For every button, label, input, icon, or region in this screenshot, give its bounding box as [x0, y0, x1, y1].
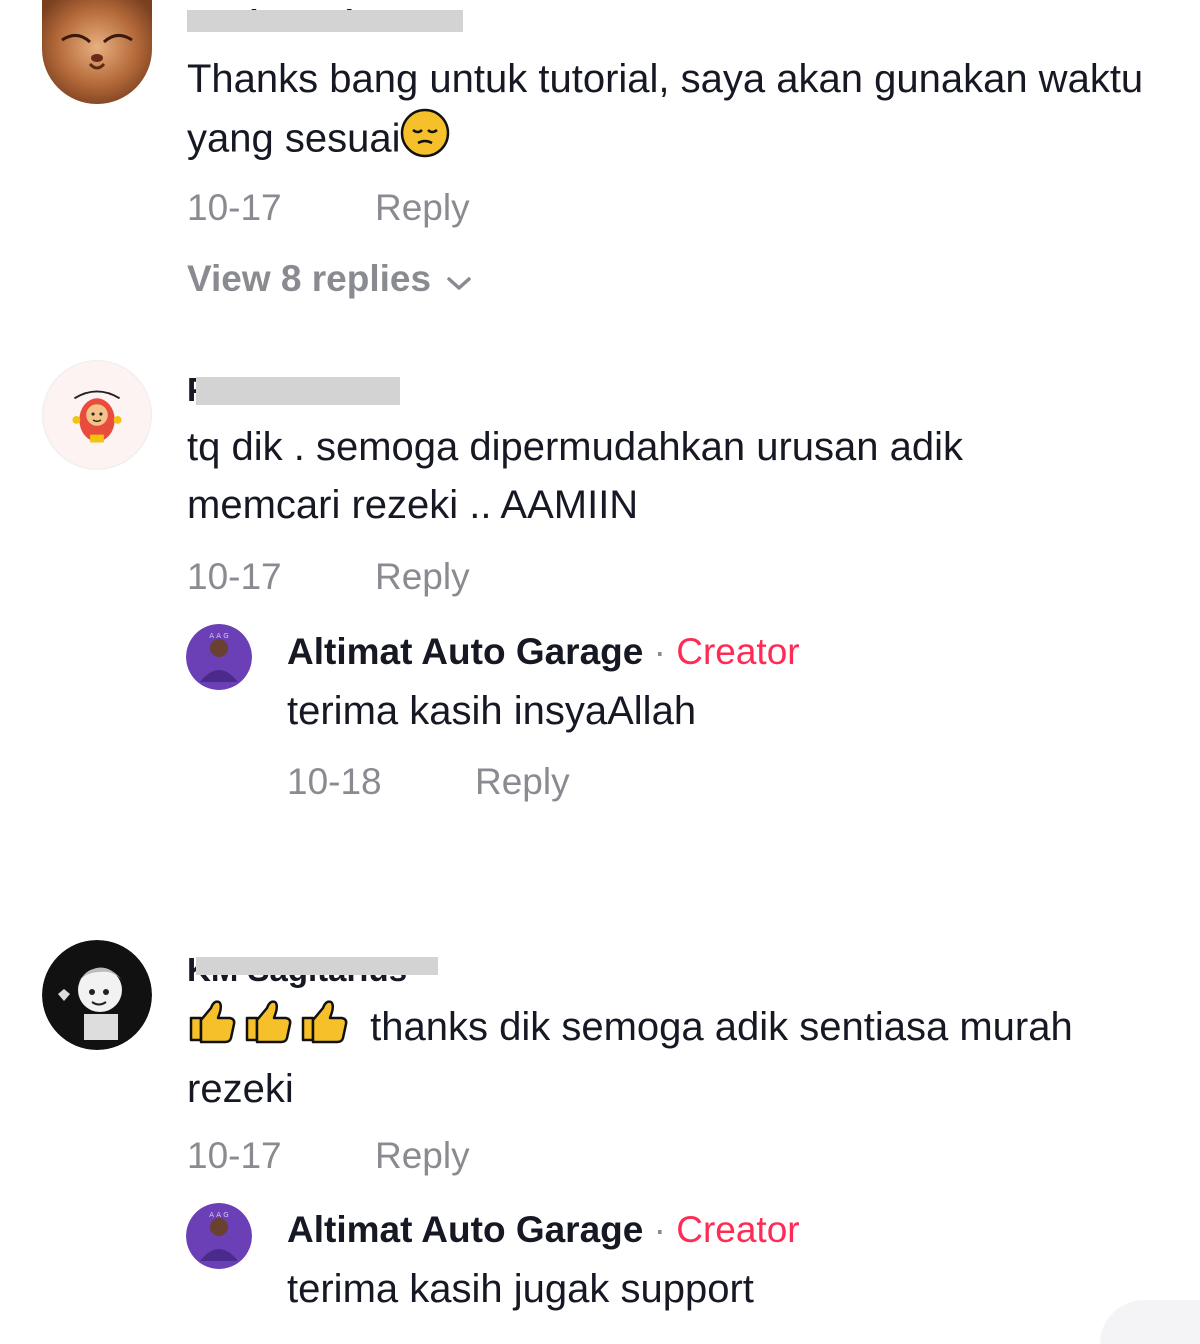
avatar[interactable]: [42, 360, 152, 470]
comment-date: 10-17: [187, 187, 282, 228]
creator-avatar[interactable]: A A G: [186, 1203, 252, 1269]
username-redaction: [196, 957, 438, 975]
reply-username-line: Altimat Auto Garage · Creator: [287, 630, 800, 674]
avatar[interactable]: [42, 0, 152, 104]
creator-badge: Creator: [676, 1209, 800, 1250]
reply-button[interactable]: Reply: [475, 760, 570, 804]
comment-date: 10-17: [187, 556, 282, 597]
reply-button[interactable]: Reply: [375, 555, 470, 599]
corner-overlay: [1100, 1300, 1200, 1344]
comment-text: thanks dik semoga adik sentiasa murah re…: [187, 998, 1187, 1118]
reply-date: 10-18: [287, 761, 382, 802]
avatar[interactable]: [42, 940, 152, 1050]
username-redaction: [187, 10, 463, 32]
svg-text:A A G: A A G: [209, 632, 228, 640]
reply-username[interactable]: Altimat Auto Garage: [287, 631, 643, 672]
pensive-face-icon: [400, 108, 450, 174]
separator-dot: ·: [653, 1209, 666, 1250]
thumbs-up-icon: [187, 998, 359, 1060]
reply-button[interactable]: Reply: [375, 186, 470, 230]
reply-username[interactable]: Altimat Auto Garage: [287, 1209, 643, 1250]
comment-text-line: tq dik . semoga dipermudahkan urusan adi…: [187, 425, 964, 469]
creator-avatar[interactable]: A A G: [186, 624, 252, 690]
comment-text: tq dik . semoga dipermudahkan urusan adi…: [187, 418, 1167, 534]
comment-date: 10-17: [187, 1135, 282, 1176]
comment-text-line: thanks dik semoga adik sentiasa murah: [187, 998, 1187, 1060]
reply-text: terima kasih insyaAllah: [287, 689, 697, 733]
creator-badge: Creator: [676, 631, 800, 672]
separator-dot: ·: [653, 631, 666, 672]
username-redaction: [196, 377, 400, 405]
comment-text-line: rezeki: [187, 1067, 294, 1112]
comment-text-line: memcari rezeki .. AAMIIN: [187, 483, 639, 527]
svg-text:A A G: A A G: [209, 1211, 228, 1219]
reply-username-line: Altimat Auto Garage · Creator: [287, 1208, 800, 1252]
view-replies-button[interactable]: View 8 replies: [187, 257, 473, 303]
comment-text: Thanks bang untuk tutorial, saya akan gu…: [187, 50, 1167, 174]
reply-text: terima kasih jugak support: [287, 1267, 754, 1311]
chevron-down-icon: [445, 259, 473, 303]
view-replies-label: View 8 replies: [187, 258, 432, 299]
reply-button[interactable]: Reply: [375, 1134, 470, 1178]
